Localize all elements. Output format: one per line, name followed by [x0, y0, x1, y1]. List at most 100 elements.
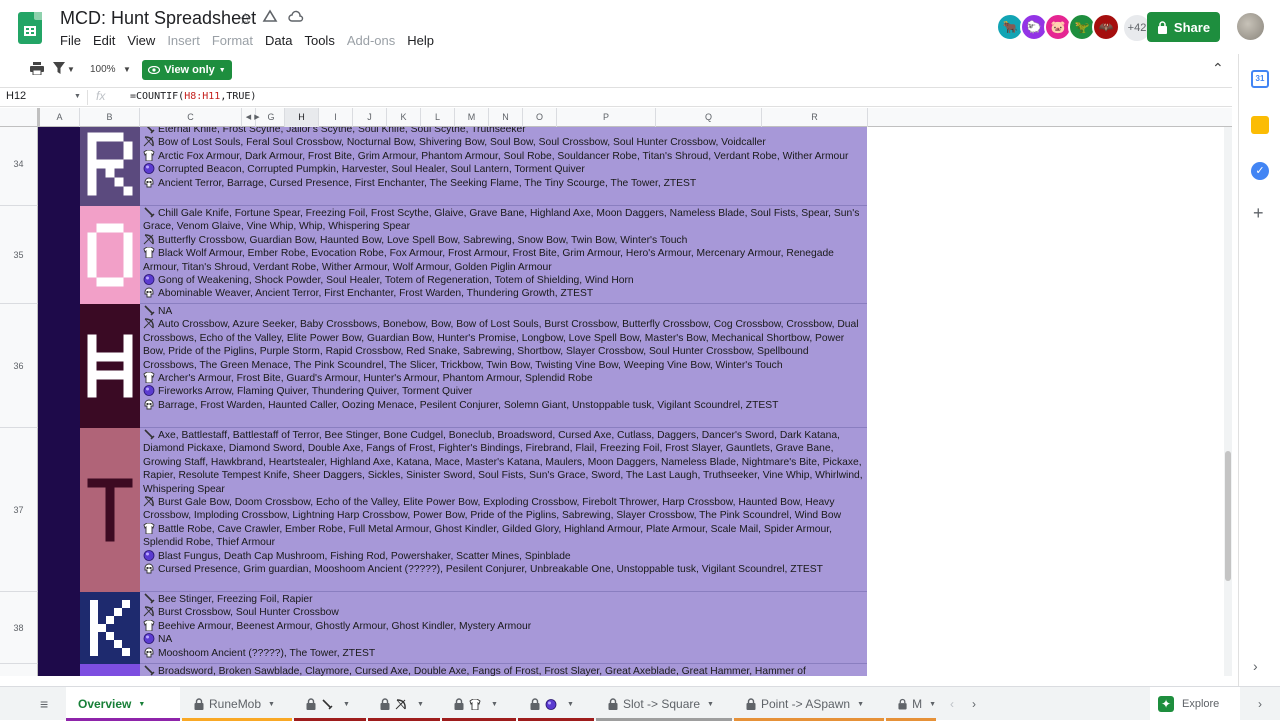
document-title[interactable]: MCD: Hunt Spreadsheet [60, 8, 256, 29]
add-addon-icon[interactable]: + [1253, 204, 1271, 222]
sheet-tab[interactable]: Slot -> Square ▼ [596, 687, 732, 721]
rune-glyph-cell[interactable] [80, 592, 140, 664]
scroll-tabs-left-icon[interactable]: ‹ [938, 687, 962, 721]
row-header[interactable]: 37 [0, 428, 38, 592]
account-avatar[interactable] [1237, 13, 1264, 40]
select-all-corner[interactable] [0, 108, 40, 127]
row-header[interactable]: 39 [0, 664, 38, 676]
item-line: Cursed Presence, Grim guardian, Mooshoom… [143, 563, 864, 576]
column-header-j[interactable]: J [353, 108, 387, 127]
lock-icon [1157, 20, 1167, 34]
menu-format[interactable]: Format [212, 33, 253, 48]
sheet-tab[interactable]: ▼ [294, 687, 366, 721]
all-sheets-icon[interactable]: ≡ [32, 687, 64, 721]
cell-column-a[interactable] [38, 304, 80, 428]
sheet-tab[interactable]: M ▼ [886, 687, 936, 721]
filter-icon[interactable] [53, 62, 65, 77]
sheet-tab[interactable]: Point -> ASpawn ▼ [734, 687, 884, 721]
view-only-button[interactable]: View only ▼ [142, 60, 232, 80]
armour-icon [143, 522, 155, 535]
print-icon[interactable] [30, 62, 44, 78]
armour-icon [143, 619, 155, 632]
item-list-cell[interactable]: Broadsword, Broken Sawblade, Claymore, C… [140, 664, 867, 676]
rune-glyph-cell[interactable] [80, 206, 140, 304]
row-header[interactable]: 34 [0, 127, 38, 206]
column-header-k[interactable]: K [387, 108, 421, 127]
calendar-icon[interactable]: 31 [1251, 70, 1269, 88]
sheet-tab[interactable]: ▼ [518, 687, 594, 721]
item-list-cell[interactable]: Chill Gale Knife, Fortune Spear, Freezin… [140, 206, 867, 304]
item-list-cell[interactable]: NA Auto Crossbow, Azure Seeker, Baby Cros… [140, 304, 867, 428]
rune-glyph-cell[interactable] [80, 664, 140, 676]
skull-icon [143, 177, 155, 188]
explore-button[interactable]: ✦ Explore [1150, 687, 1240, 721]
column-header-l[interactable]: L [421, 108, 455, 127]
bow-icon [143, 496, 155, 507]
tasks-icon[interactable]: ✓ [1251, 162, 1269, 180]
column-header-c[interactable]: C [140, 108, 242, 127]
keep-icon[interactable] [1251, 116, 1269, 134]
formula-input[interactable]: =COUNTIF(H8:H11,TRUE) [130, 91, 256, 102]
move-icon[interactable] [262, 9, 278, 30]
sheets-logo-icon[interactable] [18, 12, 42, 44]
scroll-tabs-right-icon[interactable]: › [960, 687, 984, 721]
cell-column-a[interactable] [38, 592, 80, 664]
column-header-q[interactable]: Q [656, 108, 762, 127]
row-header[interactable]: 38 [0, 592, 38, 664]
sheet-tab[interactable]: Overview ▼ [66, 687, 180, 721]
column-header-g[interactable]: G [258, 108, 285, 127]
column-header-b[interactable]: B [80, 108, 140, 127]
zoom-select[interactable]: 100% [90, 64, 116, 75]
column-header-a[interactable]: A [40, 108, 80, 127]
column-header-p[interactable]: P [557, 108, 656, 127]
collapse-panel-icon[interactable]: › [1253, 658, 1271, 676]
name-box-dropdown-icon[interactable]: ▼ [74, 93, 81, 100]
column-header-i[interactable]: I [319, 108, 353, 127]
menu-edit[interactable]: Edit [93, 33, 115, 48]
cell-column-a[interactable] [38, 206, 80, 304]
cell-column-a[interactable] [38, 428, 80, 592]
item-list-cell[interactable]: Axe, Battlestaff, Battlestaff of Terror,… [140, 428, 867, 592]
column-header-h[interactable]: H [285, 108, 319, 127]
menu-insert[interactable]: Insert [167, 33, 200, 48]
column-header-r[interactable]: R [762, 108, 868, 127]
menu-help[interactable]: Help [407, 33, 434, 48]
sheet-tab[interactable]: ▼ [368, 687, 440, 721]
cloud-status-icon[interactable] [288, 9, 304, 30]
sheet-tab[interactable]: ▼ [442, 687, 516, 721]
sheet-tab[interactable]: RuneMob ▼ [182, 687, 292, 721]
expand-side-icon[interactable]: › [1246, 687, 1266, 721]
menu-file[interactable]: File [60, 33, 81, 48]
menu-data[interactable]: Data [265, 33, 292, 48]
rune-glyph-cell[interactable] [80, 428, 140, 592]
row-header[interactable]: 35 [0, 206, 38, 304]
rune-glyph-cell[interactable] [80, 304, 140, 428]
tab-dropdown-icon: ▼ [857, 700, 864, 708]
vertical-scrollbar[interactable] [1224, 127, 1232, 676]
filter-dropdown-icon[interactable]: ▼ [67, 65, 75, 74]
menu-tools[interactable]: Tools [304, 33, 334, 48]
name-box[interactable]: H12 [6, 90, 26, 102]
menu-view[interactable]: View [127, 33, 155, 48]
row-header[interactable]: 36 [0, 304, 38, 428]
column-header-m[interactable]: M [455, 108, 489, 127]
column-headers: A B C ◀ ▶ G H I J K L M N O P Q R [0, 108, 1232, 127]
item-list-cell[interactable]: Bee Stinger, Freezing Foil, Rapier Burst … [140, 592, 867, 664]
item-line-text: Gong of Weakening, Shock Powder, Soul He… [158, 275, 634, 287]
column-header-o[interactable]: O [523, 108, 557, 127]
rune-glyph-cell[interactable] [80, 127, 140, 206]
menu-addons[interactable]: Add-ons [347, 33, 395, 48]
item-line: Ancient Terror, Barrage, Cursed Presence… [143, 177, 864, 190]
cell-column-a[interactable] [38, 127, 80, 206]
item-line: Auto Crossbow, Azure Seeker, Baby Crossb… [143, 318, 864, 372]
collaborator-avatar[interactable]: 🦇 [1092, 13, 1120, 41]
collapse-toolbar-icon[interactable]: ⌃ [1212, 60, 1224, 77]
star-icon[interactable]: ☆ [238, 9, 252, 29]
scrollbar-thumb[interactable] [1225, 451, 1231, 581]
cell-column-a[interactable] [38, 664, 80, 676]
column-header-n[interactable]: N [489, 108, 523, 127]
zoom-dropdown-icon[interactable]: ▼ [123, 65, 131, 74]
item-list-cell[interactable]: Eternal Knife, Frost Scythe, Jailor's Sc… [140, 127, 867, 206]
skull-icon [143, 399, 155, 410]
share-button[interactable]: Share [1147, 12, 1220, 42]
